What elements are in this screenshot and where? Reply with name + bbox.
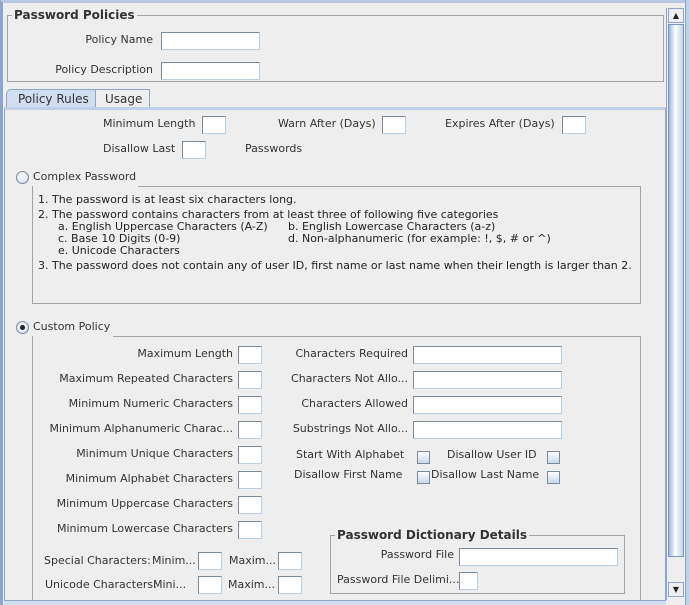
left-field-label: Minimum Alphabet Characters — [65, 472, 233, 485]
bottom-border — [4, 600, 666, 605]
window-right-edge — [685, 0, 689, 605]
left-field-input[interactable] — [238, 521, 262, 539]
tab-policy-rules[interactable]: Policy Rules — [6, 89, 96, 108]
right-field-input[interactable] — [413, 371, 562, 389]
disallow-user-id-label: Disallow User ID — [447, 448, 537, 461]
unicode-min-label: Mini... — [153, 578, 187, 591]
special-characters-label: Special Characters: — [44, 554, 151, 567]
tab-usage-label: Usage — [105, 92, 143, 106]
left-field-input[interactable] — [238, 396, 262, 414]
warn-after-field[interactable] — [382, 116, 406, 134]
policy-name-field[interactable] — [161, 32, 260, 50]
right-field-label: Characters Required — [295, 347, 409, 360]
password-policies-title: Password Policies — [12, 8, 137, 23]
left-field-input[interactable] — [238, 371, 262, 389]
complex-password-top-border — [138, 186, 641, 187]
minimum-length-field[interactable] — [202, 116, 226, 134]
start-with-alphabet-checkbox[interactable] — [417, 451, 430, 464]
scroll-down-button[interactable]: ▼ — [668, 582, 684, 597]
special-max-label: Maxim... — [229, 554, 277, 567]
password-file-field[interactable] — [459, 548, 618, 566]
custom-policy-label[interactable]: Custom Policy — [33, 320, 110, 334]
rule-2d: d. Non-alphanumeric (for example: !, $, … — [288, 232, 551, 245]
expires-after-label: Expires After (Days) — [445, 117, 555, 130]
password-file-label: Password File — [380, 548, 454, 561]
disallow-user-id-checkbox[interactable] — [547, 451, 560, 464]
minimum-length-label: Minimum Length — [103, 117, 196, 130]
passwords-label: Passwords — [245, 142, 303, 155]
custom-policy-box-right — [640, 336, 641, 605]
special-min-field[interactable] — [198, 552, 222, 570]
complex-password-radio[interactable] — [16, 171, 29, 184]
disallow-last-name-label: Disallow Last Name — [431, 468, 540, 481]
left-field-input[interactable] — [238, 346, 262, 364]
disallow-first-name-checkbox[interactable] — [417, 471, 430, 484]
left-field-label: Minimum Unique Characters — [76, 447, 233, 460]
unicode-characters-label: Unicode Characters: — [45, 578, 157, 591]
disallow-last-field[interactable] — [182, 141, 206, 159]
arrow-up-icon: ▲ — [672, 11, 680, 20]
tab-policy-rules-label: Policy Rules — [18, 92, 89, 106]
unicode-max-field[interactable] — [278, 576, 302, 594]
vertical-scrollbar[interactable]: ▲ ▼ — [666, 8, 685, 600]
right-field-input[interactable] — [413, 346, 562, 364]
right-field-label: Substrings Not Allo... — [292, 422, 408, 435]
tab-usage[interactable]: Usage — [96, 89, 150, 108]
special-max-field[interactable] — [278, 552, 302, 570]
rule-1: 1. The password is at least six characte… — [38, 193, 297, 206]
complex-password-label[interactable]: Complex Password — [33, 170, 136, 184]
arrow-down-icon: ▼ — [672, 585, 680, 594]
unicode-min-field[interactable] — [198, 576, 222, 594]
policy-name-label: Policy Name — [85, 33, 153, 46]
right-field-input[interactable] — [413, 421, 562, 439]
left-field-label: Minimum Alphanumeric Charac... — [49, 422, 234, 435]
disallow-first-name-label: Disallow First Name — [294, 468, 403, 481]
right-field-input[interactable] — [413, 396, 562, 414]
right-field-label: Characters Not Allo... — [291, 372, 408, 385]
start-with-alphabet-label: Start With Alphabet — [296, 448, 405, 461]
special-min-label: Minim... — [152, 554, 196, 567]
left-field-input[interactable] — [238, 446, 262, 464]
left-field-label: Maximum Repeated Characters — [59, 372, 233, 385]
rule-2e: e. Unicode Characters — [58, 244, 180, 257]
left-field-input[interactable] — [238, 496, 262, 514]
policy-description-label: Policy Description — [55, 63, 153, 76]
left-field-input[interactable] — [238, 471, 262, 489]
left-field-label: Minimum Numeric Characters — [68, 397, 233, 410]
warn-after-label: Warn After (Days) — [278, 117, 376, 130]
rule-3: 3. The password does not contain any of … — [38, 259, 632, 272]
password-dictionary-title: Password Dictionary Details — [335, 528, 530, 543]
left-field-label: Maximum Length — [137, 347, 233, 360]
disallow-last-label: Disallow Last — [103, 142, 176, 155]
expires-after-field[interactable] — [562, 116, 586, 134]
unicode-max-label: Maxim... — [228, 578, 276, 591]
left-field-label: Minimum Uppercase Characters — [56, 497, 233, 510]
custom-policy-box-top — [113, 336, 641, 337]
left-field-label: Minimum Lowercase Characters — [56, 522, 233, 535]
scroll-thumb[interactable] — [668, 24, 684, 557]
custom-policy-radio[interactable] — [16, 321, 29, 334]
password-file-delimiter-label: Password File Delimi... — [337, 573, 460, 586]
left-field-input[interactable] — [238, 421, 262, 439]
disallow-last-name-checkbox[interactable] — [547, 471, 560, 484]
right-field-label: Characters Allowed — [301, 397, 408, 410]
scroll-up-button[interactable]: ▲ — [668, 8, 684, 23]
policy-description-field[interactable] — [161, 62, 260, 80]
custom-policy-box-left — [32, 336, 33, 605]
password-file-delimiter-field[interactable] — [459, 572, 478, 590]
